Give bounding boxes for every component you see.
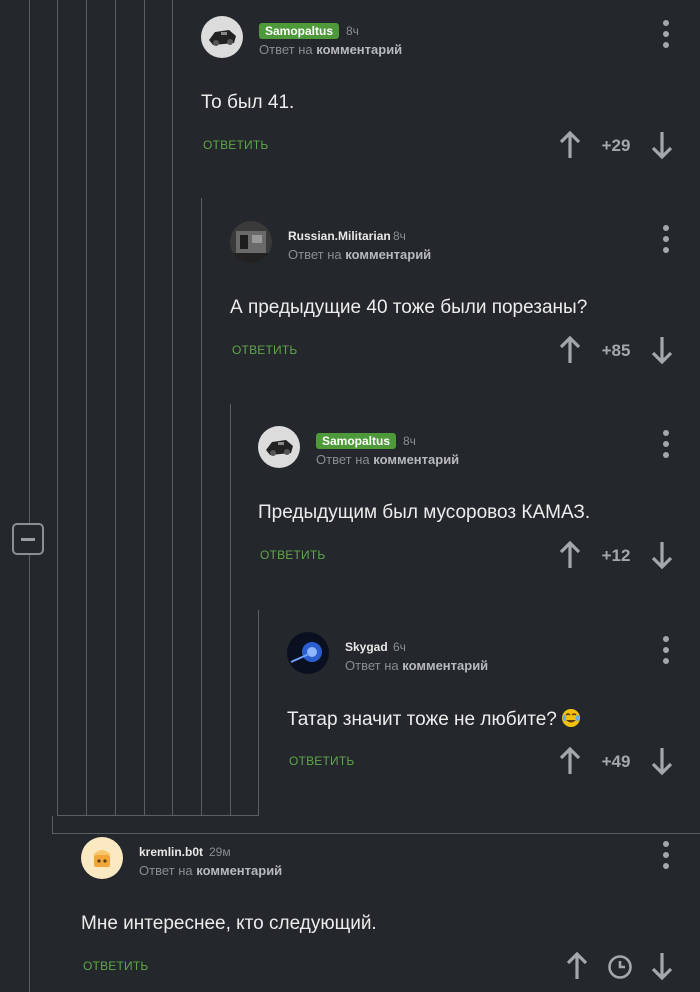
username[interactable]: kremlin.b0t bbox=[139, 845, 203, 859]
reply-button[interactable]: ОТВЕТИТЬ bbox=[289, 754, 354, 768]
reply-to-line: Ответ на комментарий bbox=[139, 863, 283, 878]
comment-time: 8ч bbox=[346, 24, 359, 38]
reply-target-link[interactable]: комментарий bbox=[316, 42, 402, 57]
comment-text: А предыдущие 40 тоже были порезаны? bbox=[230, 297, 588, 318]
comment: Skygad 6ч Ответ на комментарий Татар зна… bbox=[287, 632, 700, 802]
collapse-thread-button[interactable] bbox=[12, 523, 44, 555]
more-options-icon[interactable] bbox=[662, 430, 670, 460]
comment: Russian.Militarian 8ч Ответ на комментар… bbox=[230, 221, 700, 391]
reply-to-line: Ответ на комментарий bbox=[316, 452, 460, 467]
more-options-icon[interactable] bbox=[662, 20, 670, 50]
reply-to-line: Ответ на комментарий bbox=[345, 658, 489, 673]
rating-score: +85 bbox=[601, 341, 631, 360]
thread-line bbox=[29, 0, 30, 523]
more-options-icon[interactable] bbox=[662, 636, 670, 666]
avatar[interactable] bbox=[201, 16, 243, 58]
downvote-arrow-icon[interactable] bbox=[650, 335, 674, 365]
rating-score: +12 bbox=[601, 546, 631, 565]
thread-line bbox=[172, 0, 173, 816]
rating-score: +49 bbox=[601, 752, 631, 771]
comment: kremlin.b0t 29м Ответ на комментарий Мне… bbox=[81, 837, 700, 992]
thread-line bbox=[201, 198, 202, 816]
more-options-icon[interactable] bbox=[662, 225, 670, 255]
thread-line bbox=[144, 0, 145, 816]
avatar[interactable] bbox=[81, 837, 123, 879]
avatar[interactable] bbox=[230, 221, 272, 263]
upvote-arrow-icon[interactable] bbox=[565, 951, 589, 981]
avatar[interactable] bbox=[258, 426, 300, 468]
comment-time: 29м bbox=[209, 845, 231, 859]
reply-button[interactable]: ОТВЕТИТЬ bbox=[260, 548, 325, 562]
reply-target-link[interactable]: комментарий bbox=[345, 247, 431, 262]
thread-line bbox=[52, 816, 53, 834]
reply-button[interactable]: ОТВЕТИТЬ bbox=[232, 343, 297, 357]
reply-button[interactable]: ОТВЕТИТЬ bbox=[203, 138, 268, 152]
downvote-arrow-icon[interactable] bbox=[650, 746, 674, 776]
face-with-tears-of-joy-icon bbox=[561, 708, 581, 728]
downvote-arrow-icon[interactable] bbox=[650, 130, 674, 160]
reply-button[interactable]: ОТВЕТИТЬ bbox=[83, 959, 148, 973]
thread-line bbox=[258, 610, 259, 816]
reply-target-link[interactable]: комментарий bbox=[196, 863, 282, 878]
comment-text: Предыдущим был мусоровоз КАМАЗ. bbox=[258, 502, 591, 523]
upvote-arrow-icon[interactable] bbox=[558, 130, 582, 160]
username-badge[interactable]: Samopaltus bbox=[259, 23, 340, 39]
comment-text: Мне интереснее, кто следующий. bbox=[81, 913, 377, 934]
comment-text: Татар значит тоже не любите? bbox=[287, 709, 557, 730]
upvote-arrow-icon[interactable] bbox=[558, 540, 582, 570]
avatar[interactable] bbox=[287, 632, 329, 674]
reply-target-link[interactable]: комментарий bbox=[402, 658, 488, 673]
downvote-arrow-icon[interactable] bbox=[650, 951, 674, 981]
thread-line bbox=[29, 555, 30, 992]
rating-score: +29 bbox=[601, 136, 631, 155]
username[interactable]: Skygad bbox=[345, 640, 388, 654]
upvote-arrow-icon[interactable] bbox=[558, 335, 582, 365]
upvote-arrow-icon[interactable] bbox=[558, 746, 582, 776]
thread-line bbox=[52, 833, 700, 834]
comment-text: То был 41. bbox=[201, 92, 295, 113]
username-badge[interactable]: Samopaltus bbox=[316, 433, 397, 449]
thread-line bbox=[57, 815, 259, 816]
comment: Samopaltus 8ч Ответ на комментарий То бы… bbox=[201, 16, 700, 186]
more-options-icon[interactable] bbox=[662, 841, 670, 871]
reply-target-link[interactable]: комментарий bbox=[373, 452, 459, 467]
comment-text-row: Татар значит тоже не любите? bbox=[287, 708, 581, 731]
comment-time: 6ч bbox=[393, 640, 406, 654]
username[interactable]: Russian.Militarian bbox=[288, 229, 391, 243]
comment-time: 8ч bbox=[403, 434, 416, 448]
thread-line bbox=[86, 0, 87, 816]
comment: Samopaltus 8ч Ответ на комментарий Преды… bbox=[258, 426, 700, 596]
thread-line bbox=[115, 0, 116, 816]
comment-time: 8ч bbox=[393, 229, 406, 243]
clock-icon bbox=[607, 954, 633, 980]
reply-to-line: Ответ на комментарий bbox=[288, 247, 432, 262]
reply-to-line: Ответ на комментарий bbox=[259, 42, 403, 57]
thread-line bbox=[57, 0, 58, 816]
thread-line bbox=[230, 404, 231, 816]
downvote-arrow-icon[interactable] bbox=[650, 540, 674, 570]
